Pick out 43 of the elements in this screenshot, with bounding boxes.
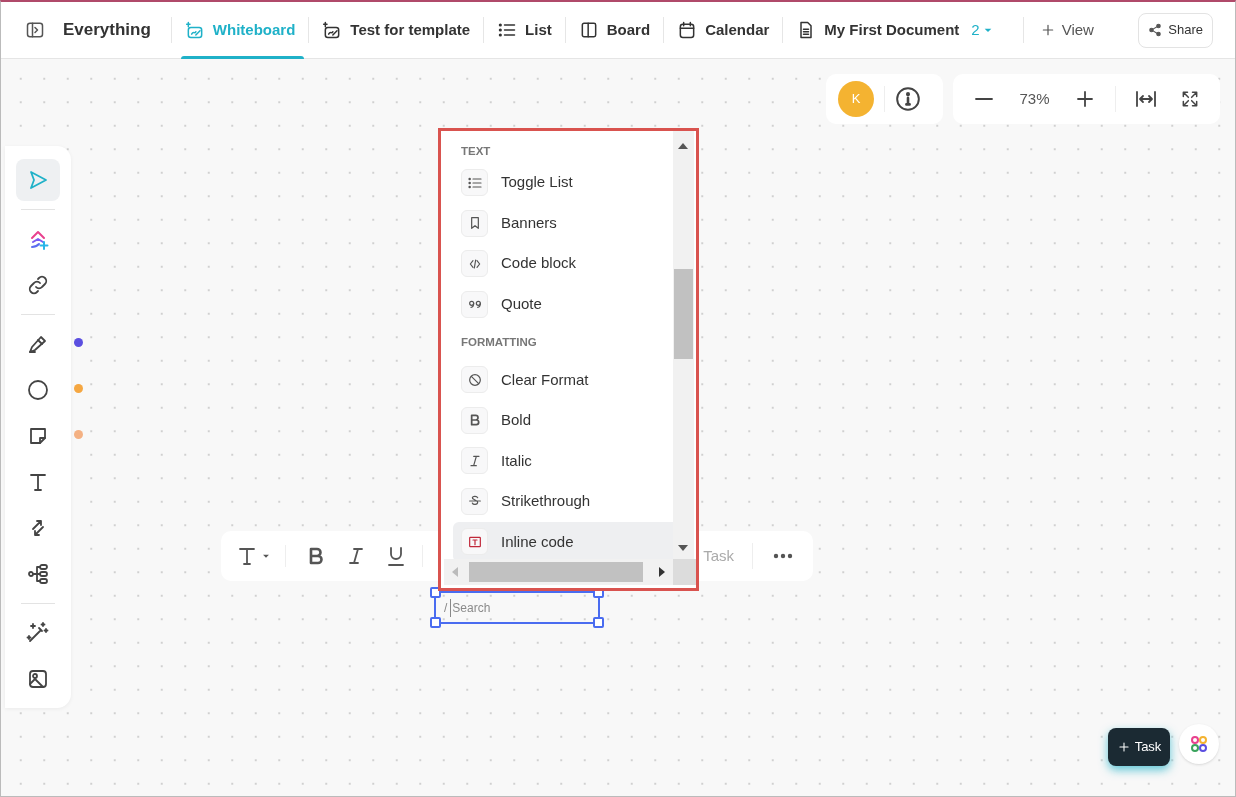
menu-item[interactable]: Italic	[453, 440, 673, 481]
list-icon	[497, 20, 518, 40]
vertical-scrollbar[interactable]	[673, 131, 694, 559]
menu-item[interactable]: Code block	[453, 243, 673, 284]
menu-item[interactable]: Clear Format	[453, 359, 673, 400]
italic-icon	[461, 447, 488, 475]
view-tab[interactable]: Board	[569, 1, 660, 59]
horizontal-scrollbar[interactable]	[444, 559, 696, 585]
section-heading: TEXT	[460, 144, 492, 159]
resize-handle[interactable]	[593, 617, 604, 628]
code-icon	[461, 250, 488, 277]
page-title: Everything	[63, 19, 152, 42]
new-task-button[interactable]: Task	[1108, 728, 1170, 766]
section-heading: FORMATTING	[460, 335, 538, 351]
menu-item[interactable]: Inline code	[453, 521, 673, 559]
whiteboard-icon	[184, 20, 205, 40]
fullscreen-icon[interactable]	[1180, 89, 1200, 109]
menu-item[interactable]: Quote	[453, 283, 673, 325]
inline-code-icon	[461, 528, 488, 556]
resize-handle[interactable]	[430, 617, 441, 628]
clear-format-icon	[461, 366, 488, 394]
list-icon	[461, 169, 488, 196]
bold-icon	[461, 406, 488, 434]
view-tab[interactable]: My First Document 2	[787, 1, 1005, 59]
slash-prefix: /	[444, 599, 448, 617]
menu-item[interactable]: Banners	[453, 202, 673, 244]
add-view-button[interactable]: View	[1023, 18, 1110, 42]
view-tab[interactable]: Test for template	[313, 1, 480, 59]
bookmark-icon	[461, 209, 488, 237]
view-tab[interactable]: List	[488, 1, 561, 59]
apps-icon[interactable]	[1179, 724, 1219, 764]
share-icon	[1148, 23, 1163, 37]
quote-icon	[461, 290, 488, 318]
strikethrough-icon	[461, 487, 488, 515]
info-icon[interactable]	[895, 86, 921, 112]
menu-item[interactable]: Bold	[453, 400, 673, 441]
zoom-level: 73%	[1018, 88, 1051, 109]
plus-icon	[1116, 740, 1131, 754]
view-tab[interactable]: Calendar	[668, 1, 779, 59]
search-field[interactable]: Search	[450, 598, 571, 617]
menu-item[interactable]: Strikethrough	[453, 481, 673, 522]
share-button[interactable]: Share	[1138, 12, 1213, 48]
menu-item[interactable]: Toggle List	[453, 162, 673, 203]
